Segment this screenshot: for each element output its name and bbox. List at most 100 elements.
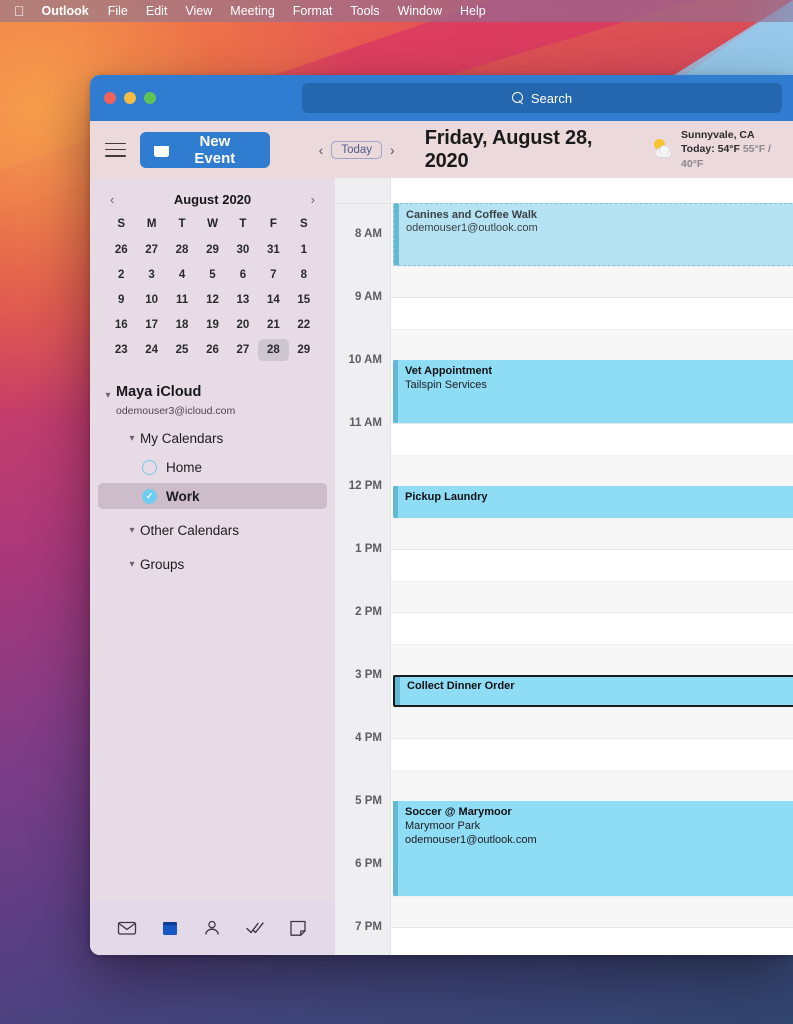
zoom-button[interactable] <box>144 92 156 104</box>
sidebar-calendar-work[interactable]: Work <box>98 483 327 510</box>
calendar-event[interactable]: Soccer @ Marymoor Marymoor Park odemouser1… <box>393 801 793 896</box>
mini-calendar-day[interactable]: 13 <box>228 289 258 311</box>
event-area[interactable]: Canines and Coffee Walk odemouser1@outloo… <box>391 202 793 955</box>
sidebar-calendar-home[interactable]: Home <box>98 454 327 480</box>
mini-calendar-day[interactable]: 21 <box>258 314 288 336</box>
menu-item-file[interactable]: File <box>99 4 137 18</box>
calendar-event[interactable]: Collect Dinner Order <box>393 675 793 707</box>
chevron-right-icon[interactable]: › <box>311 193 315 206</box>
hour-label: 4 PM <box>355 732 382 744</box>
menu-item-view[interactable]: View <box>176 4 221 18</box>
close-button[interactable] <box>104 92 116 104</box>
chevron-down-icon[interactable]: ▾ <box>100 383 116 401</box>
mini-calendar-day[interactable]: 4 <box>167 264 197 286</box>
mini-calendar-day[interactable]: 29 <box>289 339 319 361</box>
mini-calendar-header: ‹ August 2020 › <box>106 192 319 207</box>
event-title: Canines and Coffee Walk <box>406 208 538 221</box>
mini-calendar-day[interactable]: 28 <box>167 239 197 261</box>
people-icon[interactable] <box>201 917 223 939</box>
mini-calendar-day[interactable]: 7 <box>258 264 288 286</box>
mini-calendar-dow-5: F <box>269 218 277 230</box>
module-switcher <box>90 901 335 955</box>
apple-logo-icon[interactable]:  <box>0 4 38 18</box>
event-title: Pickup Laundry <box>405 491 488 503</box>
mini-calendar-dow-6: S <box>299 218 308 230</box>
hour-line <box>391 612 793 613</box>
all-day-row[interactable] <box>335 178 793 204</box>
mini-calendar-day[interactable]: 30 <box>228 239 258 261</box>
event-title: Vet Appointment <box>405 365 492 377</box>
mini-calendar-day[interactable]: 11 <box>167 289 197 311</box>
mini-calendar-day[interactable]: 3 <box>136 264 166 286</box>
hour-line <box>391 297 793 298</box>
mini-calendar-day[interactable]: 29 <box>197 239 227 261</box>
menu-item-window[interactable]: Window <box>389 4 451 18</box>
mini-calendar-day[interactable]: 27 <box>136 239 166 261</box>
calendar-event[interactable]: Canines and Coffee Walk odemouser1@outloo… <box>393 202 793 266</box>
event-detail-line: Tailspin Services <box>405 378 487 391</box>
tasks-icon[interactable] <box>244 917 266 939</box>
mini-calendar-day[interactable]: 12 <box>197 289 227 311</box>
mini-calendar-day[interactable]: 23 <box>106 339 136 361</box>
mini-calendar-day[interactable]: 5 <box>197 264 227 286</box>
mini-calendar-day[interactable]: 14 <box>258 289 288 311</box>
half-hour-band <box>391 580 793 612</box>
sidebar-group-groups[interactable]: ▾ Groups <box>98 551 327 577</box>
notes-icon[interactable] <box>287 917 309 939</box>
menu-item-tools[interactable]: Tools <box>341 4 388 18</box>
calendar-checkbox-home[interactable] <box>142 459 157 475</box>
mini-calendar-day[interactable]: 9 <box>106 289 136 311</box>
time-grid[interactable]: 8 AM 9 AM 10 AM 11 AM 12 PM 1 PM 2 PM 3 PM 4 PM 5… <box>335 202 793 955</box>
prev-day-button[interactable]: ‹ <box>317 143 326 157</box>
menu-item-meeting[interactable]: Meeting <box>221 4 283 18</box>
search-input[interactable]: Search <box>302 83 782 113</box>
mini-calendar-day[interactable]: 28 <box>258 339 289 361</box>
calendar-icon[interactable] <box>159 917 181 939</box>
mini-calendar-day[interactable]: 31 <box>258 239 288 261</box>
mini-calendar-day[interactable]: 10 <box>136 289 166 311</box>
new-event-button[interactable]: New Event <box>140 131 270 168</box>
calendar-event[interactable]: Vet Appointment Tailspin Services <box>393 360 793 423</box>
mini-calendar-day[interactable]: 15 <box>289 289 319 311</box>
calendar-checkbox-work[interactable] <box>142 488 157 504</box>
chevron-down-icon[interactable]: ▾ <box>124 433 140 444</box>
menu-item-outlook[interactable]: Outlook <box>38 4 99 18</box>
account-row-maya-icloud[interactable]: ▾ Maya iCloud odemouser3@icloud.com <box>90 379 335 421</box>
mini-calendar-day[interactable]: 6 <box>228 264 258 286</box>
sidebar-group-my-calendars[interactable]: ▾ My Calendars <box>98 425 327 451</box>
mini-calendar-day[interactable]: 8 <box>289 264 319 286</box>
hamburger-icon[interactable] <box>105 142 127 157</box>
chevron-left-icon[interactable]: ‹ <box>110 193 114 206</box>
mini-calendar-day[interactable]: 17 <box>136 314 166 336</box>
sidebar-group-other-calendars[interactable]: ▾ Other Calendars <box>98 517 327 543</box>
weather-widget[interactable]: Sunnyvale, CA Today: 54°F 55°F / 40°F <box>652 128 793 171</box>
mini-calendar-day[interactable]: 26 <box>106 239 136 261</box>
half-hour-line <box>391 895 793 897</box>
chevron-down-icon[interactable]: ▾ <box>124 559 140 570</box>
today-button[interactable]: Today <box>331 140 383 159</box>
chevron-down-icon[interactable]: ▾ <box>124 525 140 536</box>
mini-calendar-day[interactable]: 1 <box>289 239 319 261</box>
mini-calendar-day[interactable]: 24 <box>136 339 166 361</box>
sun-behind-cloud-icon <box>652 139 673 159</box>
mini-calendar-day[interactable]: 2 <box>106 264 136 286</box>
mail-icon[interactable] <box>116 917 138 939</box>
mini-calendar-day[interactable]: 22 <box>289 314 319 336</box>
mini-calendar-day[interactable]: 18 <box>167 314 197 336</box>
calendar-name-work: Work <box>166 488 200 504</box>
next-day-button[interactable]: › <box>388 143 397 157</box>
menu-item-edit[interactable]: Edit <box>137 4 177 18</box>
mini-calendar-day[interactable]: 20 <box>228 314 258 336</box>
minimize-button[interactable] <box>124 92 136 104</box>
calendar-event[interactable]: Pickup Laundry <box>393 486 793 518</box>
hour-label: 3 PM <box>355 669 382 681</box>
menu-item-help[interactable]: Help <box>451 4 495 18</box>
menu-item-format[interactable]: Format <box>284 4 342 18</box>
hour-label: 8 AM <box>354 228 382 240</box>
mini-calendar-dow-1: M <box>146 218 157 230</box>
mini-calendar-day[interactable]: 16 <box>106 314 136 336</box>
mini-calendar-day[interactable]: 26 <box>197 339 227 361</box>
mini-calendar-day[interactable]: 19 <box>197 314 227 336</box>
mini-calendar-day[interactable]: 25 <box>167 339 197 361</box>
mini-calendar-day[interactable]: 27 <box>228 339 258 361</box>
